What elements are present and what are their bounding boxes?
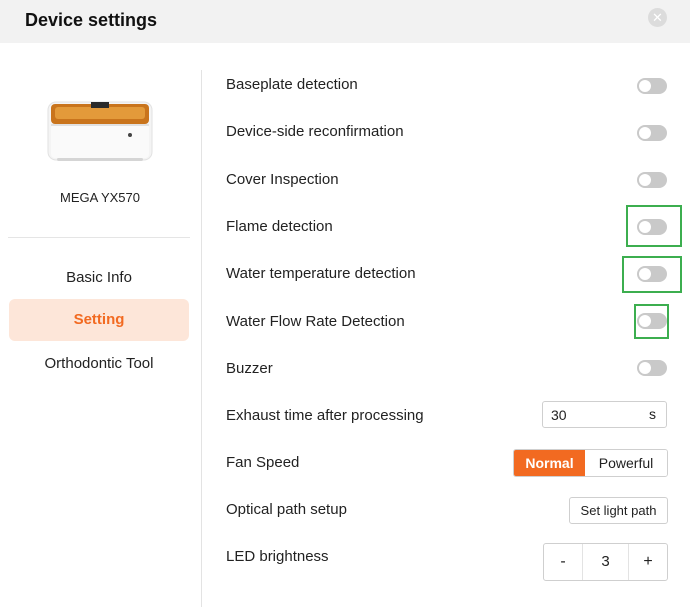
baseplate-detection-label: Baseplate detection [226,76,358,93]
water-temperature-detection-label: Water temperature detection [226,265,416,282]
fan-speed-label: Fan Speed [226,454,300,471]
sidebar-divider [8,237,190,238]
baseplate-detection-toggle[interactable] [637,78,667,94]
led-brightness-stepper: - 3 + [543,543,668,581]
device-side-reconfirmation-label: Device-side reconfirmation [226,123,404,140]
exhaust-time-field: s [542,401,667,428]
cover-inspection-label: Cover Inspection [226,171,339,188]
exhaust-time-input[interactable] [551,405,631,424]
highlight-box-water-flow [634,304,669,339]
toggle-knob [639,80,651,92]
close-icon[interactable]: ✕ [648,8,667,27]
flame-detection-label: Flame detection [226,218,333,235]
set-light-path-button[interactable]: Set light path [569,497,668,524]
device-image [47,101,153,161]
optical-path-setup-label: Optical path setup [226,501,347,518]
device-side-reconfirmation-toggle[interactable] [637,125,667,141]
water-flow-rate-detection-label: Water Flow Rate Detection [226,313,405,330]
toggle-knob [639,127,651,139]
cover-inspection-toggle[interactable] [637,172,667,188]
highlight-box-water-temperature [622,256,682,293]
sidebar-item-basic-info[interactable]: Basic Info [9,257,189,299]
led-brightness-decrement-button[interactable]: - [544,544,582,580]
sidebar: MEGA YX570 Basic Info Setting Orthodonti… [0,43,200,607]
led-brightness-increment-button[interactable]: + [629,544,667,580]
highlight-box-flame [626,205,682,247]
toggle-knob [639,362,651,374]
device-name: MEGA YX570 [60,190,140,205]
fan-speed-powerful-option[interactable]: Powerful [585,450,667,476]
exhaust-time-unit: s [649,406,656,422]
dialog-title: Device settings [25,10,158,30]
sidebar-item-orthodontic-tool[interactable]: Orthodontic Tool [9,343,189,385]
led-brightness-label: LED brightness [226,548,329,565]
fan-speed-normal-option[interactable]: Normal [514,450,585,476]
dialog-header: Device settings ✕ [0,0,690,43]
vertical-divider [201,70,202,607]
sidebar-item-setting[interactable]: Setting [9,299,189,341]
toggle-knob [639,174,651,186]
exhaust-time-label: Exhaust time after processing [226,407,424,424]
buzzer-toggle[interactable] [637,360,667,376]
led-brightness-value: 3 [582,544,629,580]
buzzer-label: Buzzer [226,360,273,377]
fan-speed-selector: Normal Powerful [513,449,668,477]
